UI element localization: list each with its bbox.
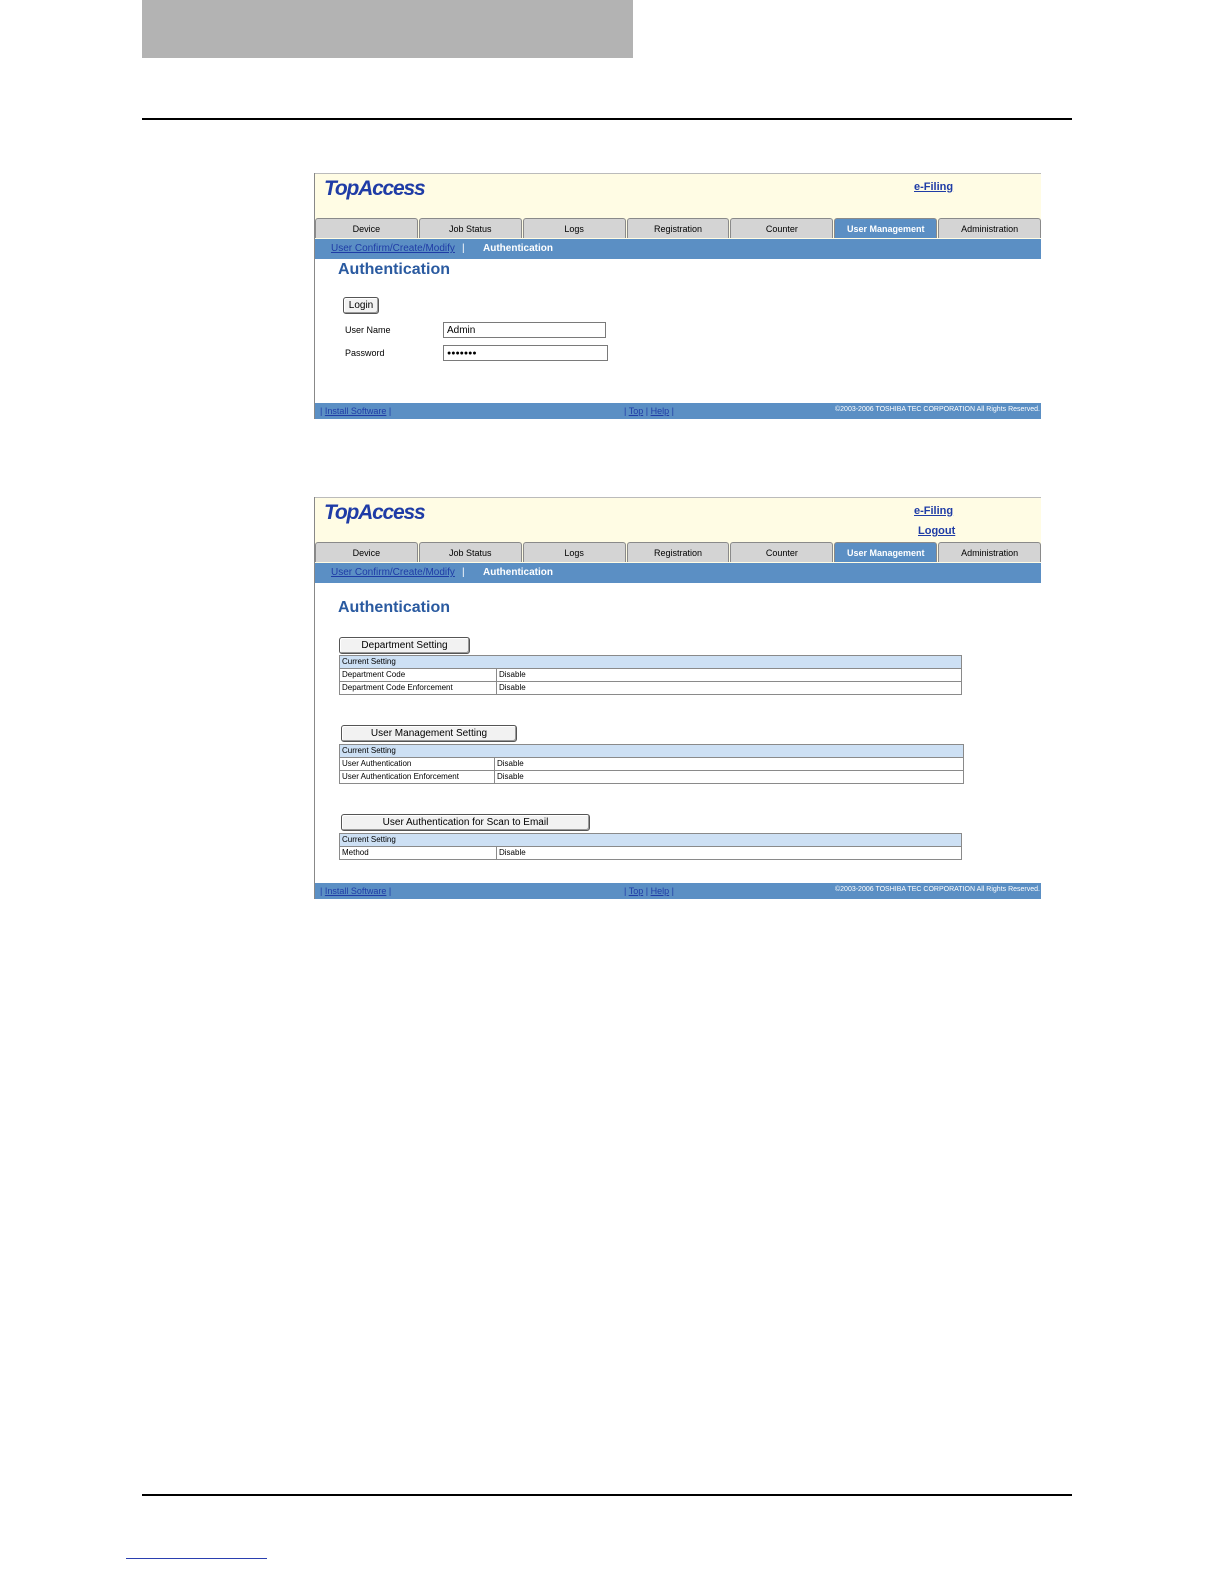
login-button[interactable]: Login bbox=[343, 297, 379, 314]
setting-value: Disable bbox=[494, 770, 964, 784]
current-setting-header: Current Setting bbox=[339, 655, 962, 669]
footer-link-underline bbox=[126, 1558, 267, 1559]
tab-administration[interactable]: Administration bbox=[938, 542, 1041, 562]
tab-job-status[interactable]: Job Status bbox=[418, 542, 522, 562]
login-screenshot: TopAccess e-Filing Device Job Status Log… bbox=[314, 173, 1041, 419]
footer-bar: | bbox=[320, 886, 323, 896]
table-row: Method Disable bbox=[339, 846, 962, 860]
top-link[interactable]: Top bbox=[629, 406, 644, 416]
install-software-link[interactable]: Install Software bbox=[325, 886, 387, 896]
copyright-text: ©2003-2006 TOSHIBA TEC CORPORATION All R… bbox=[835, 886, 1040, 893]
user-confirm-create-modify-link[interactable]: User Confirm/Create/Modify bbox=[331, 243, 455, 254]
footer-bar: | bbox=[671, 406, 674, 416]
footer-bar: | bbox=[624, 886, 627, 896]
header-rule bbox=[142, 118, 1072, 120]
sub-navigation: User Confirm/Create/Modify | Authenticat… bbox=[315, 239, 1041, 259]
tab-device[interactable]: Device bbox=[315, 218, 418, 238]
footer-bar: | bbox=[671, 886, 674, 896]
tab-registration[interactable]: Registration bbox=[626, 542, 730, 562]
tab-device[interactable]: Device bbox=[315, 542, 418, 562]
tab-job-status[interactable]: Job Status bbox=[418, 218, 522, 238]
setting-label: Method bbox=[339, 846, 497, 860]
username-label: User Name bbox=[345, 325, 391, 335]
logout-link[interactable]: Logout bbox=[918, 525, 955, 537]
install-software-link[interactable]: Install Software bbox=[325, 406, 387, 416]
scan-to-email-auth-table: Current Setting Method Disable bbox=[339, 833, 962, 860]
setting-label: User Authentication Enforcement bbox=[339, 770, 495, 784]
sub-navigation: User Confirm/Create/Modify | Authenticat… bbox=[315, 563, 1041, 583]
setting-value: Disable bbox=[496, 668, 962, 682]
department-setting-table: Current Setting Department Code Disable … bbox=[339, 655, 962, 695]
password-label: Password bbox=[345, 348, 385, 358]
tab-logs[interactable]: Logs bbox=[522, 542, 626, 562]
topaccess-logo: TopAccess bbox=[324, 501, 426, 524]
username-field[interactable]: Admin bbox=[443, 322, 606, 338]
subnav-current: Authentication bbox=[483, 243, 553, 254]
main-tabs: Device Job Status Logs Registration Coun… bbox=[315, 542, 1041, 563]
copyright-text: ©2003-2006 TOSHIBA TEC CORPORATION All R… bbox=[835, 406, 1040, 413]
efiling-link[interactable]: e-Filing bbox=[914, 505, 953, 517]
tab-logs[interactable]: Logs bbox=[522, 218, 626, 238]
footer-rule bbox=[142, 1494, 1072, 1496]
help-link[interactable]: Help bbox=[651, 886, 670, 896]
footer-bar: | bbox=[320, 406, 323, 416]
user-management-setting-table: Current Setting User Authentication Disa… bbox=[339, 744, 964, 784]
department-setting-button[interactable]: Department Setting bbox=[339, 637, 470, 654]
setting-label: Department Code bbox=[339, 668, 497, 682]
setting-label: User Authentication bbox=[339, 757, 495, 771]
tab-administration[interactable]: Administration bbox=[938, 218, 1041, 238]
chapter-header-bar bbox=[142, 0, 633, 58]
setting-value: Disable bbox=[494, 757, 964, 771]
tab-user-management[interactable]: User Management bbox=[834, 542, 938, 562]
topaccess-footer: | Install Software | | Top | Help | ©200… bbox=[315, 883, 1041, 899]
subnav-current: Authentication bbox=[483, 567, 553, 578]
subnav-separator: | bbox=[462, 567, 465, 578]
tab-registration[interactable]: Registration bbox=[626, 218, 730, 238]
current-setting-header: Current Setting bbox=[339, 744, 964, 758]
efiling-link[interactable]: e-Filing bbox=[914, 181, 953, 193]
footer-bar: | bbox=[645, 886, 649, 896]
topaccess-header: TopAccess e-Filing bbox=[315, 173, 1041, 218]
subnav-separator: | bbox=[462, 243, 465, 254]
page-title: Authentication bbox=[338, 261, 450, 278]
footer-bar: | bbox=[624, 406, 627, 416]
setting-value: Disable bbox=[496, 846, 962, 860]
table-row: User Authentication Disable bbox=[339, 757, 964, 771]
settings-screenshot: TopAccess e-Filing Logout Device Job Sta… bbox=[314, 497, 1041, 899]
page-title: Authentication bbox=[338, 599, 450, 616]
password-field[interactable]: ●●●●●●● bbox=[443, 345, 608, 361]
topaccess-logo: TopAccess bbox=[324, 177, 426, 200]
table-row: Department Code Enforcement Disable bbox=[339, 681, 962, 695]
setting-value: Disable bbox=[496, 681, 962, 695]
main-tabs: Device Job Status Logs Registration Coun… bbox=[315, 218, 1041, 239]
tab-counter[interactable]: Counter bbox=[730, 218, 834, 238]
tab-user-management[interactable]: User Management bbox=[834, 218, 938, 238]
footer-bar: | bbox=[645, 406, 649, 416]
setting-label: Department Code Enforcement bbox=[339, 681, 497, 695]
tab-counter[interactable]: Counter bbox=[730, 542, 834, 562]
current-setting-header: Current Setting bbox=[339, 833, 962, 847]
user-confirm-create-modify-link[interactable]: User Confirm/Create/Modify bbox=[331, 567, 455, 578]
table-row: Department Code Disable bbox=[339, 668, 962, 682]
table-row: User Authentication Enforcement Disable bbox=[339, 770, 964, 784]
top-link[interactable]: Top bbox=[629, 886, 644, 896]
footer-bar: | bbox=[388, 886, 392, 896]
user-management-setting-button[interactable]: User Management Setting bbox=[341, 725, 517, 742]
scan-to-email-auth-button[interactable]: User Authentication for Scan to Email bbox=[341, 814, 590, 831]
topaccess-header: TopAccess e-Filing Logout bbox=[315, 497, 1041, 542]
topaccess-footer: | Install Software | | Top | Help | ©200… bbox=[315, 403, 1041, 419]
footer-bar: | bbox=[388, 406, 392, 416]
help-link[interactable]: Help bbox=[651, 406, 670, 416]
